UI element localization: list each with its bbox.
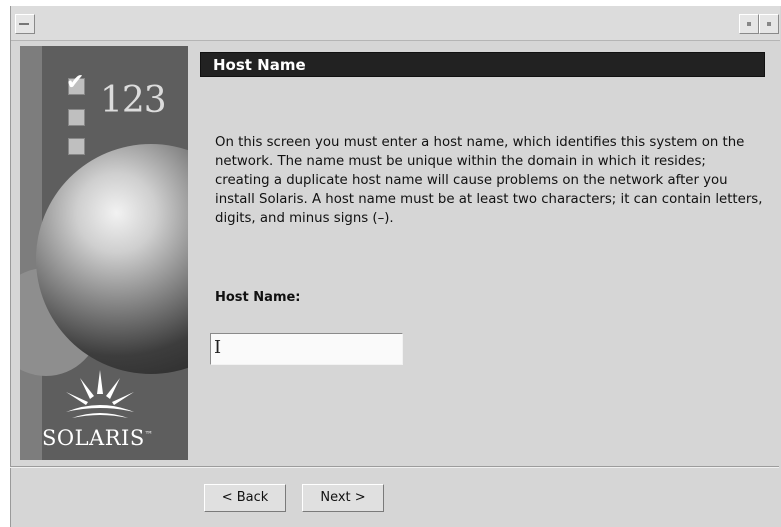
solaris-brand-label: SOLARIS: [42, 426, 145, 450]
host-name-label: Host Name:: [215, 290, 301, 305]
page-description: On this screen you must enter a host nam…: [215, 135, 763, 226]
back-button[interactable]: < Back: [204, 484, 286, 512]
page-title: Host Name: [200, 52, 765, 77]
window-menu-icon: [19, 23, 29, 25]
trademark-symbol: ™: [144, 430, 154, 439]
step-checkbox-2: [68, 109, 85, 126]
minimize-button[interactable]: [739, 14, 759, 34]
maximize-button[interactable]: [759, 14, 779, 34]
text-cursor-icon: I: [214, 337, 222, 358]
next-button[interactable]: Next >: [302, 484, 384, 512]
solaris-sun-icon: [66, 370, 134, 418]
title-bar[interactable]: [11, 6, 780, 41]
steps-number-label: 123: [100, 80, 167, 121]
solaris-logo-text: SOLARIS™: [42, 426, 153, 450]
host-name-input[interactable]: I: [210, 333, 403, 365]
window-menu-button[interactable]: [15, 14, 35, 34]
minimize-icon: [747, 22, 751, 26]
checkmark-icon: ✔: [66, 70, 85, 95]
footer-divider-highlight: [10, 467, 779, 468]
maximize-icon: [767, 22, 771, 26]
step-checkbox-3: [68, 138, 85, 155]
branding-sidebar: ✔ 123 SOLARIS™: [20, 46, 188, 460]
